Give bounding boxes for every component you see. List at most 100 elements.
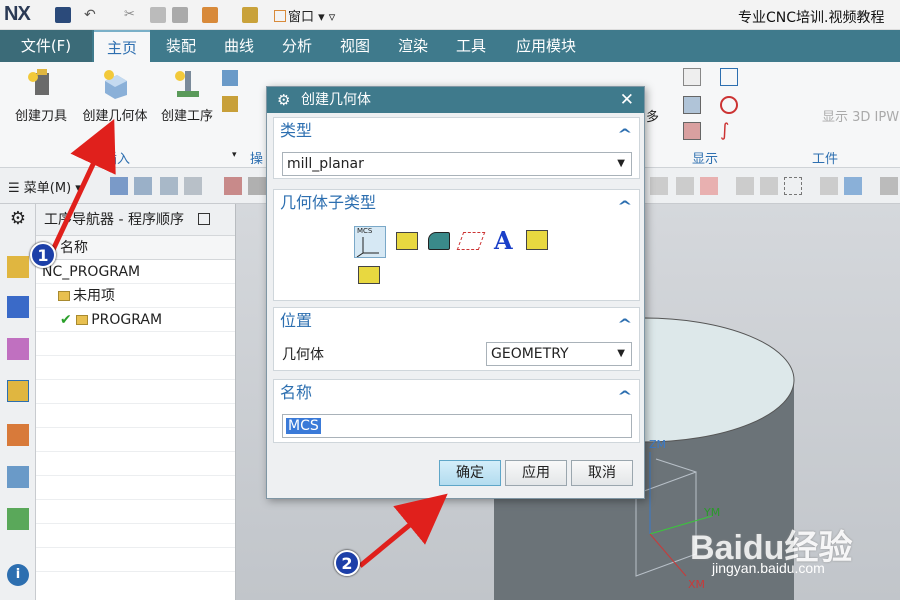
tool-select-icon[interactable]: [650, 177, 668, 195]
tab-curve[interactable]: 曲线: [216, 30, 262, 62]
geometry-select[interactable]: GEOMETRY ▼: [486, 342, 632, 366]
snap-icon[interactable]: [676, 177, 694, 195]
tab-render[interactable]: 渲染: [390, 30, 436, 62]
menu-button[interactable]: ☰ 菜单(M) ▾: [8, 177, 82, 196]
group-label-operations: 操: [250, 152, 264, 167]
tree-row-unused[interactable]: 未用项: [36, 284, 235, 308]
mill-boundary-icon[interactable]: [456, 232, 486, 250]
callout-2: 2: [334, 550, 360, 576]
camera-icon[interactable]: [880, 177, 898, 195]
subtype-section-header[interactable]: 几何体子类型 ^: [274, 190, 639, 216]
part-navigator-icon[interactable]: [7, 256, 29, 278]
curve-icon[interactable]: ∫: [720, 120, 729, 141]
constraint-icon[interactable]: [7, 338, 29, 360]
chart-icon[interactable]: [248, 177, 266, 195]
assembly-navigator-icon[interactable]: [7, 296, 29, 318]
tab-view[interactable]: 视图: [332, 30, 378, 62]
tree-row-nc-program[interactable]: NC_PROGRAM: [36, 260, 235, 284]
dialog-title: 创建几何体: [301, 92, 371, 108]
tree-row-empty: [36, 452, 235, 476]
mill-area-icon[interactable]: [428, 232, 450, 250]
library-icon[interactable]: [7, 508, 29, 530]
collapse-icon[interactable]: ^: [618, 384, 633, 410]
window-menu[interactable]: 窗口 ▾ ▿: [274, 6, 335, 25]
mill-geom-icon[interactable]: [526, 230, 548, 250]
navigator-header: 工序导航器 - 程序顺序: [36, 204, 235, 236]
collapse-icon[interactable]: ^: [618, 312, 633, 338]
operation-navigator-icon[interactable]: [7, 380, 29, 402]
dialog-title-bar[interactable]: ⚙ 创建几何体 ✕: [267, 87, 644, 113]
create-geometry-button[interactable]: 创建几何体: [76, 67, 154, 124]
move-icon[interactable]: [736, 177, 754, 195]
display-icon-2[interactable]: [683, 96, 701, 114]
type-section: 类型 ^ mill_planar ▼: [273, 117, 640, 179]
name-input[interactable]: MCS: [282, 414, 632, 438]
tree-icon[interactable]: [134, 177, 152, 195]
select-icon[interactable]: [160, 177, 178, 195]
name-section: 名称 ^ MCS: [273, 379, 640, 443]
baidu-watermark-url: jingyan.baidu.com: [712, 560, 825, 576]
box-select-icon[interactable]: [784, 177, 802, 195]
column-header-name[interactable]: 名称: [36, 236, 235, 260]
type-select[interactable]: mill_planar ▼: [282, 152, 632, 176]
create-operation-button[interactable]: 创建工序: [154, 67, 220, 124]
callout-1: 1: [30, 242, 56, 268]
file-tab[interactable]: 文件(F): [0, 30, 92, 62]
tree-row-empty: [36, 524, 235, 548]
text-geometry-icon[interactable]: A: [494, 226, 513, 255]
mill-bnd-icon[interactable]: [358, 266, 380, 284]
copy-icon[interactable]: [150, 7, 166, 23]
point-icon[interactable]: [700, 177, 718, 195]
collapse-icon[interactable]: ^: [618, 194, 633, 220]
tab-analysis[interactable]: 分析: [274, 30, 320, 62]
tree-row-empty: [36, 380, 235, 404]
type-section-header[interactable]: 类型 ^: [274, 118, 639, 144]
target-icon[interactable]: [720, 96, 738, 114]
list-icon[interactable]: [184, 177, 202, 195]
cube-icon[interactable]: [844, 177, 862, 195]
undo-icon[interactable]: ↶: [84, 7, 100, 23]
box-icon[interactable]: [202, 7, 218, 23]
filter-icon[interactable]: [110, 177, 128, 195]
tool-icon[interactable]: [242, 7, 258, 23]
paste-icon[interactable]: [172, 7, 188, 23]
cut-icon[interactable]: ✂: [124, 7, 140, 23]
position-section: 位置 ^ 几何体 GEOMETRY ▼: [273, 307, 640, 371]
tab-applications[interactable]: 应用模块: [506, 30, 586, 62]
collapse-icon[interactable]: ^: [618, 122, 633, 148]
save-icon[interactable]: [55, 7, 71, 23]
tree-row-empty: [36, 332, 235, 356]
create-tool-button[interactable]: 创建刀具: [8, 67, 74, 124]
workpiece-icon[interactable]: [396, 232, 418, 250]
position-section-header[interactable]: 位置 ^: [274, 308, 639, 334]
gear-icon[interactable]: ⚙: [7, 208, 29, 230]
shape-icon[interactable]: [820, 177, 838, 195]
maximize-icon[interactable]: [198, 213, 211, 225]
ok-button[interactable]: 确定: [439, 460, 501, 486]
mcs-icon[interactable]: MCS: [354, 226, 386, 258]
tree-row-program[interactable]: ✔ PROGRAM: [36, 308, 235, 332]
axis-label-zm: ZM: [649, 438, 667, 451]
machine-tool-icon[interactable]: [7, 424, 29, 446]
tab-tools[interactable]: 工具: [448, 30, 494, 62]
close-icon[interactable]: ✕: [620, 87, 634, 113]
web-browser-icon[interactable]: [7, 466, 29, 488]
small-icon-2[interactable]: [222, 96, 238, 112]
small-icon-1[interactable]: [222, 70, 238, 86]
group-expand-icon[interactable]: ▾: [232, 150, 237, 160]
display-icon-3[interactable]: [683, 122, 701, 140]
cancel-button[interactable]: 取消: [571, 460, 633, 486]
group-label-insert: 插入: [104, 152, 131, 167]
folder-icon: [58, 291, 70, 301]
display-icon-1[interactable]: [683, 68, 701, 86]
tab-home[interactable]: 主页: [94, 30, 150, 62]
display-icon-4[interactable]: [720, 68, 738, 86]
axis-icon[interactable]: [760, 177, 778, 195]
tree-row-empty: [36, 476, 235, 500]
graph-icon[interactable]: [224, 177, 242, 195]
info-icon[interactable]: i: [7, 564, 29, 586]
tab-assembly[interactable]: 装配: [158, 30, 204, 62]
navigator-title: 工序导航器 - 程序顺序: [44, 212, 184, 228]
apply-button[interactable]: 应用: [505, 460, 567, 486]
name-section-header[interactable]: 名称 ^: [274, 380, 639, 406]
